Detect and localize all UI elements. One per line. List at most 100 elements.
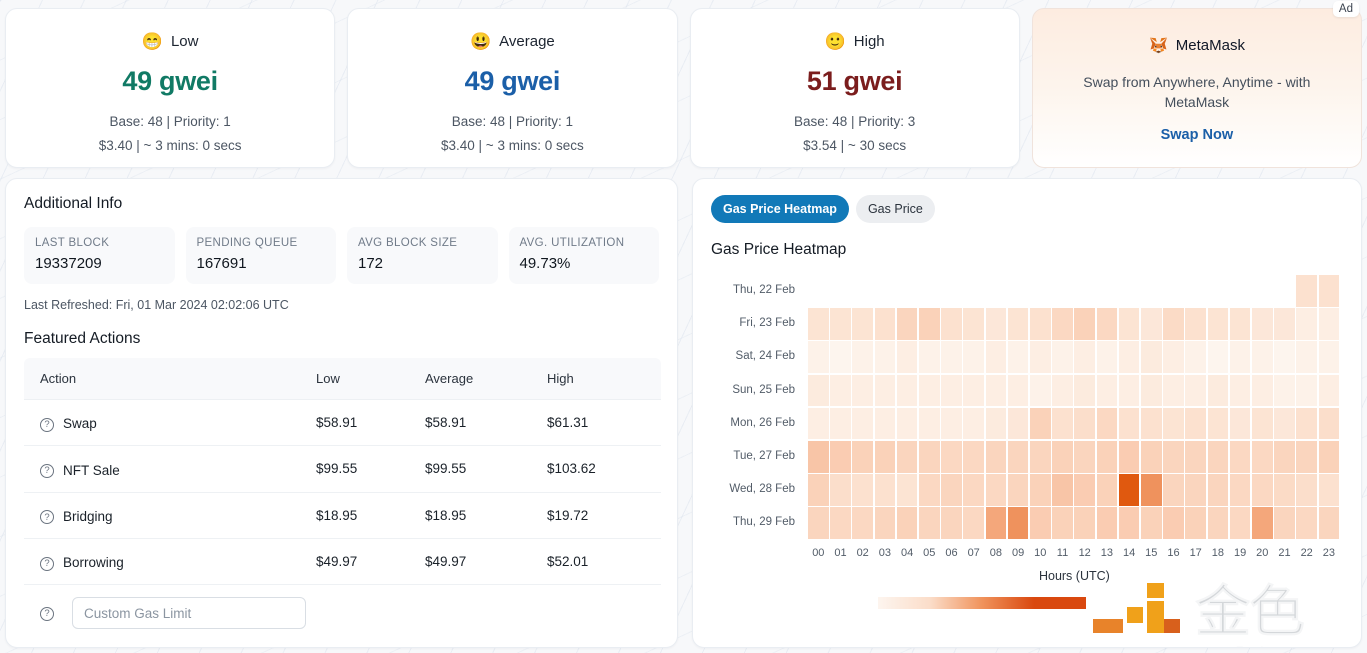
heatmap-cell[interactable]: [1074, 441, 1095, 473]
heatmap-cell[interactable]: [830, 441, 851, 473]
heatmap-cell[interactable]: [1141, 507, 1162, 539]
heatmap-cell[interactable]: [1274, 374, 1295, 407]
heatmap-cell[interactable]: [985, 341, 1007, 373]
heatmap-cell[interactable]: [1318, 374, 1340, 407]
heatmap-cell[interactable]: [1052, 374, 1073, 407]
heatmap-cell[interactable]: [896, 507, 918, 539]
heatmap-cell[interactable]: [1163, 474, 1184, 506]
heatmap-cell[interactable]: [1118, 441, 1140, 473]
heatmap-cell[interactable]: [1207, 374, 1229, 407]
heatmap-cell[interactable]: [1296, 275, 1317, 307]
heatmap-cell[interactable]: [1141, 407, 1162, 440]
heatmap-cell[interactable]: [874, 441, 896, 473]
heatmap-cell[interactable]: [1185, 341, 1206, 373]
heatmap-cell[interactable]: [1074, 474, 1095, 506]
heatmap-cell[interactable]: [963, 407, 984, 440]
heatmap-cell[interactable]: [1207, 507, 1229, 539]
heatmap-cell[interactable]: [1274, 441, 1295, 473]
heatmap-cell[interactable]: [1007, 308, 1029, 340]
heatmap-cell[interactable]: [1007, 341, 1029, 373]
heatmap-cell[interactable]: [1296, 341, 1317, 373]
question-mark-icon[interactable]: ?: [40, 607, 54, 621]
heatmap-cell[interactable]: [1318, 507, 1340, 539]
heatmap-cell[interactable]: [1274, 341, 1295, 373]
heatmap-cell[interactable]: [1252, 341, 1273, 373]
heatmap-cell[interactable]: [1229, 407, 1251, 440]
heatmap-cell[interactable]: [896, 441, 918, 473]
heatmap-cell[interactable]: [1030, 374, 1051, 407]
heatmap-cell[interactable]: [830, 308, 851, 340]
heatmap-cell[interactable]: [1296, 507, 1317, 539]
heatmap-cell[interactable]: [963, 441, 984, 473]
heatmap-cell[interactable]: [1052, 308, 1073, 340]
heatmap-cell[interactable]: [1007, 441, 1029, 473]
question-mark-icon[interactable]: ?: [40, 556, 54, 571]
heatmap-cell[interactable]: [1207, 407, 1229, 440]
heatmap-cell[interactable]: [808, 441, 829, 473]
heatmap-cell[interactable]: [919, 507, 940, 539]
heatmap-cell[interactable]: [1074, 308, 1095, 340]
heatmap-cell[interactable]: [896, 407, 918, 440]
heatmap-cell[interactable]: [1096, 507, 1118, 539]
heatmap-cell[interactable]: [1207, 341, 1229, 373]
heatmap-cell[interactable]: [1030, 407, 1051, 440]
heatmap-cell[interactable]: [1252, 441, 1273, 473]
heatmap-cell[interactable]: [1207, 441, 1229, 473]
heatmap-cell[interactable]: [1141, 474, 1162, 506]
heatmap-cell[interactable]: [1252, 407, 1273, 440]
heatmap-cell[interactable]: [1207, 474, 1229, 506]
heatmap-cell[interactable]: [941, 407, 962, 440]
heatmap-cell[interactable]: [1118, 474, 1140, 506]
heatmap-cell[interactable]: [1052, 474, 1073, 506]
heatmap-cell[interactable]: [1052, 341, 1073, 373]
heatmap-cell[interactable]: [1185, 507, 1206, 539]
tab-gas-price-heatmap[interactable]: Gas Price Heatmap: [711, 195, 849, 223]
heatmap-cell[interactable]: [1074, 341, 1095, 373]
heatmap-cell[interactable]: [1030, 341, 1051, 373]
heatmap-cell[interactable]: [874, 474, 896, 506]
heatmap-cell[interactable]: [1229, 308, 1251, 340]
heatmap-cell[interactable]: [1274, 507, 1295, 539]
heatmap-cell[interactable]: [1141, 308, 1162, 340]
heatmap-cell[interactable]: [1074, 374, 1095, 407]
heatmap-cell[interactable]: [919, 474, 940, 506]
heatmap-cell[interactable]: [1096, 407, 1118, 440]
heatmap-cell[interactable]: [1296, 441, 1317, 473]
heatmap-cell[interactable]: [941, 341, 962, 373]
heatmap-cell[interactable]: [1296, 474, 1317, 506]
heatmap-cell[interactable]: [1229, 374, 1251, 407]
heatmap-cell[interactable]: [808, 474, 829, 506]
heatmap-cell[interactable]: [1229, 341, 1251, 373]
heatmap-cell[interactable]: [985, 308, 1007, 340]
heatmap-cell[interactable]: [1074, 507, 1095, 539]
heatmap-cell[interactable]: [963, 507, 984, 539]
heatmap-cell[interactable]: [1141, 441, 1162, 473]
heatmap-cell[interactable]: [808, 308, 829, 340]
heatmap-cell[interactable]: [1096, 308, 1118, 340]
heatmap-cell[interactable]: [941, 507, 962, 539]
heatmap-cell[interactable]: [1096, 441, 1118, 473]
heatmap-cell[interactable]: [963, 308, 984, 340]
heatmap-cell[interactable]: [941, 474, 962, 506]
heatmap-cell[interactable]: [1185, 308, 1206, 340]
heatmap-cell[interactable]: [1252, 374, 1273, 407]
question-mark-icon[interactable]: ?: [40, 510, 54, 525]
heatmap-cell[interactable]: [874, 374, 896, 407]
heatmap-cell[interactable]: [919, 341, 940, 373]
heatmap-cell[interactable]: [919, 308, 940, 340]
heatmap-cell[interactable]: [808, 507, 829, 539]
heatmap-cell[interactable]: [1163, 441, 1184, 473]
heatmap-cell[interactable]: [1318, 275, 1340, 307]
heatmap-cell[interactable]: [896, 474, 918, 506]
heatmap-cell[interactable]: [1185, 474, 1206, 506]
heatmap-cell[interactable]: [808, 374, 829, 407]
heatmap-cell[interactable]: [1207, 308, 1229, 340]
heatmap-cell[interactable]: [1185, 374, 1206, 407]
heatmap-cell[interactable]: [941, 308, 962, 340]
heatmap-cell[interactable]: [1296, 308, 1317, 340]
heatmap-cell[interactable]: [852, 507, 873, 539]
heatmap-cell[interactable]: [874, 341, 896, 373]
heatmap-cell[interactable]: [830, 374, 851, 407]
heatmap-cell[interactable]: [1007, 407, 1029, 440]
question-mark-icon[interactable]: ?: [40, 417, 54, 432]
